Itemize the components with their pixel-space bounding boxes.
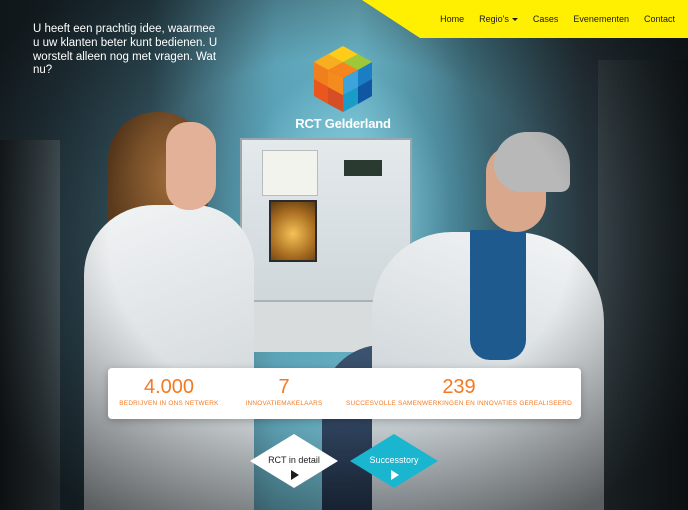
play-icon	[291, 470, 299, 480]
nav-item-home[interactable]: Home	[440, 14, 464, 24]
stat-collaborations: 239 SUCCESVOLLE SAMENWERKINGEN EN INNOVA…	[344, 376, 574, 410]
rct-logo[interactable]: RCT Gelderland	[286, 46, 400, 134]
play-icon	[391, 470, 399, 480]
stat-value: 7	[278, 376, 290, 398]
stat-brokers: 7 INNOVATIEMAKELAARS	[234, 376, 334, 410]
rct-cube-logo-icon	[314, 46, 372, 112]
button-label: Successtory	[369, 455, 419, 465]
button-label: RCT in detail	[268, 455, 320, 465]
stat-label: INNOVATIEMAKELAARS	[245, 400, 323, 407]
successtory-button[interactable]: Successtory	[350, 434, 438, 488]
stat-companies: 4.000 BEDRIJVEN IN ONS NETWERK	[114, 376, 224, 410]
nav-item-regios[interactable]: Regio's	[479, 14, 518, 24]
stat-label: BEDRIJVEN IN ONS NETWERK	[119, 400, 219, 407]
nav-item-contact[interactable]: Contact	[644, 14, 675, 24]
logo-name: RCT Gelderland	[295, 116, 391, 131]
stat-value: 239	[442, 376, 476, 398]
caret-down-icon	[511, 18, 518, 21]
nav-item-evenementen[interactable]: Evenementen	[573, 14, 629, 24]
stats-bar: 4.000 BEDRIJVEN IN ONS NETWERK 7 INNOVAT…	[108, 368, 581, 419]
rct-in-detail-button[interactable]: RCT in detail	[250, 434, 338, 488]
nav-item-cases[interactable]: Cases	[533, 14, 559, 24]
nav-item-label: Cases	[532, 14, 559, 24]
nav-item-label: Evenementen	[573, 14, 629, 24]
stat-value: 4.000	[143, 376, 195, 398]
intro-text: U heeft een prachtig idee, waarmee u uw …	[33, 23, 218, 77]
nav-item-label: Home	[440, 14, 465, 24]
nav-item-label: Contact	[643, 14, 675, 24]
stat-label: SUCCESVOLLE SAMENWERKINGEN EN INNOVATIES…	[345, 400, 573, 407]
main-nav: Home Regio's Cases Evenementen Contact	[440, 0, 688, 38]
nav-item-label: Regio's	[479, 14, 509, 24]
